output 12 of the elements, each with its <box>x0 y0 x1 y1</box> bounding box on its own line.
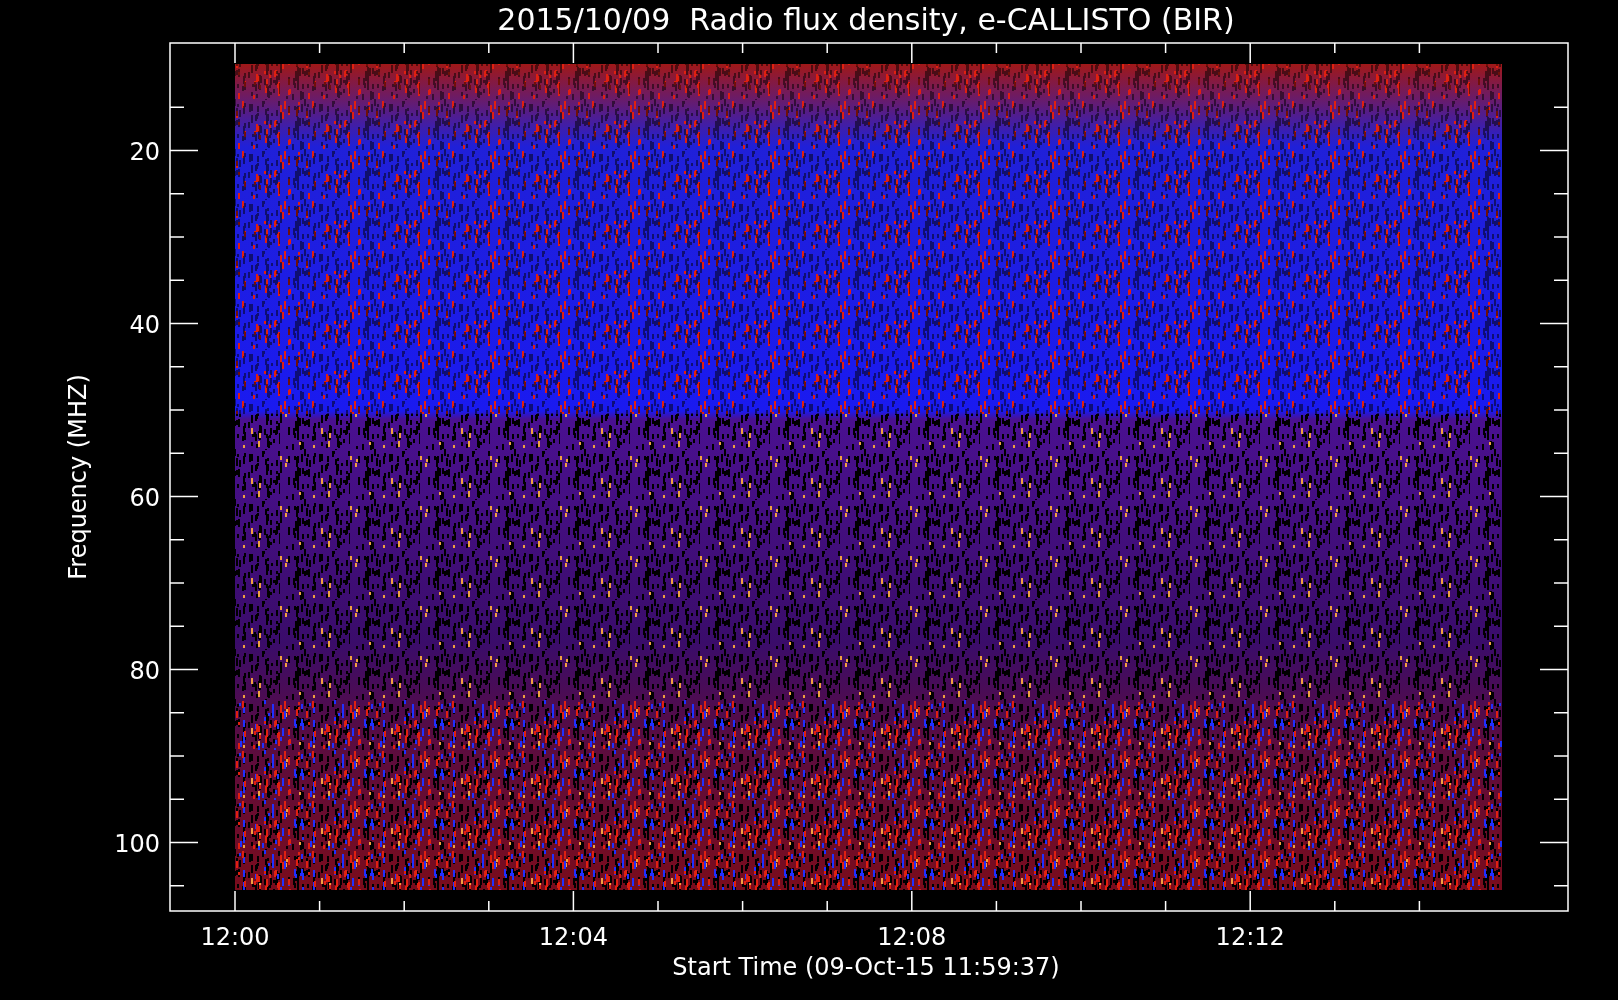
x-tick-label: 12:08 <box>877 923 947 951</box>
x-axis-label: Start Time (09-Oct-15 11:59:37) <box>672 953 1060 981</box>
y-axis-label: Frequency (MHZ) <box>64 374 92 580</box>
x-tick-label: 12:04 <box>538 923 608 951</box>
x-tick-label: 12:12 <box>1215 923 1285 951</box>
y-tick-label: 60 <box>129 483 160 512</box>
y-tick-label: 100 <box>114 829 160 858</box>
chart-title: 2015/10/09 Radio flux density, e-CALLISTO (BIR) <box>497 2 1235 37</box>
x-tick-label: 12:00 <box>200 923 270 951</box>
y-tick-label: 20 <box>129 137 160 166</box>
y-tick-label: 40 <box>129 310 160 339</box>
y-tick-label: 80 <box>129 656 160 685</box>
